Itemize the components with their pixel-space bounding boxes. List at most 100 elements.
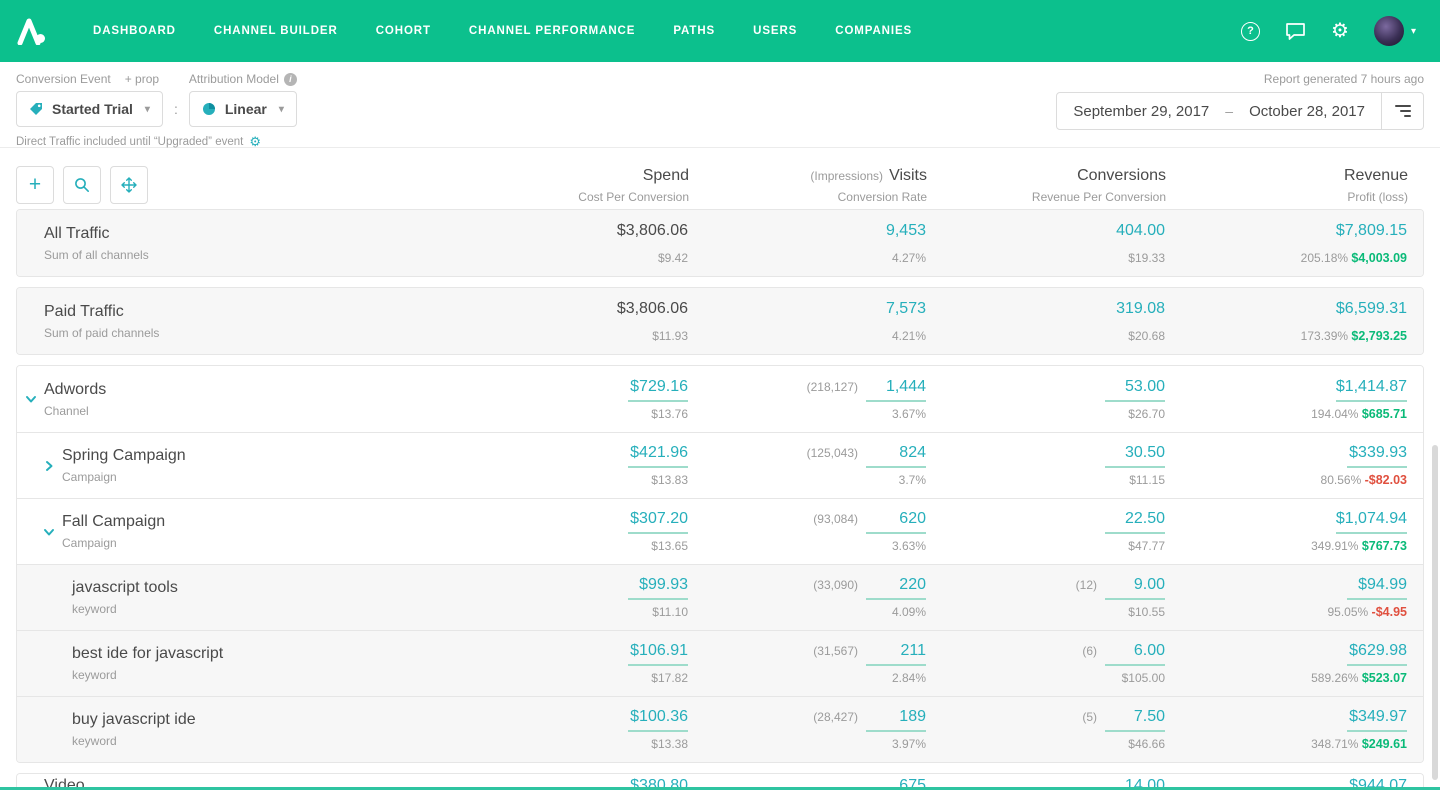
avatar[interactable] — [1374, 16, 1404, 46]
attribution-model-dropdown[interactable]: Linear ▾ — [189, 91, 297, 127]
spend-value[interactable]: $729.16 — [628, 378, 688, 402]
table-row[interactable]: Paid Traffic Sum of paid channels $3,806… — [17, 288, 1423, 354]
nav-item-companies[interactable]: COMPANIES — [816, 25, 931, 37]
conversions-value[interactable]: 53.00 — [1105, 378, 1165, 402]
revenue-value[interactable]: $6,599.31 — [1336, 300, 1407, 324]
nav-item-channel-performance[interactable]: CHANNEL PERFORMANCE — [450, 25, 654, 37]
profit-value: $2,793.25 — [1351, 329, 1407, 343]
chat-icon[interactable] — [1285, 22, 1306, 41]
date-start[interactable]: September 29, 2017 — [1057, 103, 1225, 120]
profit-percent: 173.39% — [1301, 329, 1348, 343]
revenue-value[interactable]: $349.97 — [1347, 708, 1407, 732]
conversions-cell: (5)7.50 $46.66 — [926, 708, 1165, 751]
row-subtitle: Channel — [44, 404, 448, 418]
visits-cell: (218,127)1,444 3.67% — [688, 378, 926, 421]
table-row[interactable]: best ide for javascript keyword $106.91 … — [17, 630, 1423, 696]
conversion-rate-value: 3.67% — [688, 407, 926, 421]
revenue-per-conversion-value: $20.68 — [926, 329, 1165, 343]
nav-menu: DASHBOARD CHANNEL BUILDER COHORT CHANNEL… — [74, 25, 931, 37]
report-generated-label: Report generated 7 hours ago — [1056, 72, 1424, 86]
conversions-value[interactable]: 319.08 — [1116, 300, 1165, 324]
conversion-rate-value: 3.63% — [688, 539, 926, 553]
nav-item-cohort[interactable]: COHORT — [357, 25, 450, 37]
spend-value[interactable]: $421.96 — [628, 444, 688, 468]
conversions-cell: 53.00 $26.70 — [926, 378, 1165, 421]
add-channel-button[interactable]: + — [16, 166, 54, 204]
revenue-value[interactable]: $7,809.15 — [1336, 222, 1407, 246]
expand-chevron-icon[interactable] — [25, 393, 37, 405]
date-end[interactable]: October 28, 2017 — [1233, 103, 1381, 120]
date-range-picker: September 29, 2017 – October 28, 2017 — [1056, 92, 1424, 130]
table-row[interactable]: Fall Campaign Campaign $307.20 $13.65 (9… — [17, 498, 1423, 564]
add-prop-button[interactable]: + prop — [125, 72, 159, 86]
spend-value[interactable]: $99.93 — [628, 576, 688, 600]
visits-cell: (31,567)211 2.84% — [688, 642, 926, 685]
spend-value[interactable]: $307.20 — [628, 510, 688, 534]
profit-percent: 194.04% — [1311, 407, 1358, 421]
revenue-value[interactable]: $1,414.87 — [1336, 378, 1407, 402]
visits-value[interactable]: 1,444 — [866, 378, 926, 402]
nav-item-dashboard[interactable]: DASHBOARD — [74, 25, 195, 37]
revenue-per-conversion-value: $10.55 — [926, 605, 1165, 619]
spend-value[interactable]: $100.36 — [628, 708, 688, 732]
search-button[interactable] — [63, 166, 101, 204]
attribution-model-group: Attribution Model i Linear ▾ — [189, 72, 297, 127]
visits-value[interactable]: 7,573 — [886, 300, 926, 324]
spend-value[interactable]: $3,806.06 — [617, 222, 688, 246]
nav-item-channel-builder[interactable]: CHANNEL BUILDER — [195, 25, 357, 37]
table-row[interactable]: Adwords Channel $729.16 $13.76 (218,127)… — [17, 366, 1423, 432]
conversions-value[interactable]: 7.50 — [1105, 708, 1165, 732]
conversions-value[interactable]: 30.50 — [1105, 444, 1165, 468]
user-menu[interactable]: ▾ — [1374, 16, 1416, 46]
nav-item-users[interactable]: USERS — [734, 25, 816, 37]
direct-traffic-settings-icon[interactable]: ⚙ — [249, 134, 261, 150]
row-title: javascript tools — [72, 579, 448, 597]
table-row[interactable]: javascript tools keyword $99.93 $11.10 (… — [17, 564, 1423, 630]
spend-value[interactable]: $106.91 — [628, 642, 688, 666]
revenue-value[interactable]: $629.98 — [1347, 642, 1407, 666]
conversion-rate-value: 2.84% — [688, 671, 926, 685]
cost-per-conversion-value: $17.82 — [448, 671, 688, 685]
nav-item-paths[interactable]: PATHS — [654, 25, 734, 37]
revenue-value[interactable]: $94.99 — [1347, 576, 1407, 600]
cost-per-conversion-header: Cost Per Conversion — [449, 190, 689, 204]
row-subtitle: keyword — [72, 668, 448, 682]
table-row[interactable]: buy javascript ide keyword $100.36 $13.3… — [17, 696, 1423, 762]
conversions-value[interactable]: 6.00 — [1105, 642, 1165, 666]
expand-chevron-icon[interactable] — [43, 460, 55, 472]
visits-value[interactable]: 824 — [866, 444, 926, 468]
sort-filter-button[interactable] — [1381, 93, 1423, 129]
revenue-value[interactable]: $1,074.94 — [1336, 510, 1407, 534]
attribution-model-value: Linear — [225, 101, 267, 117]
vertical-scrollbar[interactable] — [1432, 445, 1438, 780]
conversions-value[interactable]: 404.00 — [1116, 222, 1165, 246]
visits-value[interactable]: 211 — [866, 642, 926, 666]
expand-chevron-icon[interactable] — [43, 526, 55, 538]
spend-cell: $307.20 $13.65 — [448, 510, 688, 553]
settings-gear-icon[interactable]: ⚙ — [1331, 21, 1349, 41]
table-row[interactable]: Spring Campaign Campaign $421.96 $13.83 … — [17, 432, 1423, 498]
conversions-value[interactable]: 22.50 — [1105, 510, 1165, 534]
revenue-value[interactable]: $339.93 — [1347, 444, 1407, 468]
help-icon[interactable]: ? — [1241, 22, 1260, 41]
conversion-event-label-text: Conversion Event — [16, 72, 111, 86]
conversion-event-dropdown[interactable]: Started Trial ▾ — [16, 91, 163, 127]
conversions-value[interactable]: 9.00 — [1105, 576, 1165, 600]
profit-percent: 80.56% — [1321, 473, 1362, 487]
reorder-button[interactable] — [110, 166, 148, 204]
visits-value[interactable]: 9,453 — [886, 222, 926, 246]
app-logo[interactable] — [16, 17, 46, 45]
revenue-header: Revenue — [1166, 167, 1408, 185]
spend-value[interactable]: $3,806.06 — [617, 300, 688, 324]
row-name-cell: Spring Campaign Campaign — [17, 447, 448, 484]
visits-cell: (33,090)220 4.09% — [688, 576, 926, 619]
table-row[interactable]: All Traffic Sum of all channels $3,806.0… — [17, 210, 1423, 276]
visits-value[interactable]: 620 — [866, 510, 926, 534]
cost-per-conversion-value: $9.42 — [448, 251, 688, 265]
visits-value[interactable]: 189 — [866, 708, 926, 732]
chevron-down-icon: ▾ — [1411, 26, 1416, 37]
info-icon[interactable]: i — [284, 73, 297, 86]
visits-value[interactable]: 220 — [866, 576, 926, 600]
row-subtitle: keyword — [72, 734, 448, 748]
conversions-cell: 22.50 $47.77 — [926, 510, 1165, 553]
